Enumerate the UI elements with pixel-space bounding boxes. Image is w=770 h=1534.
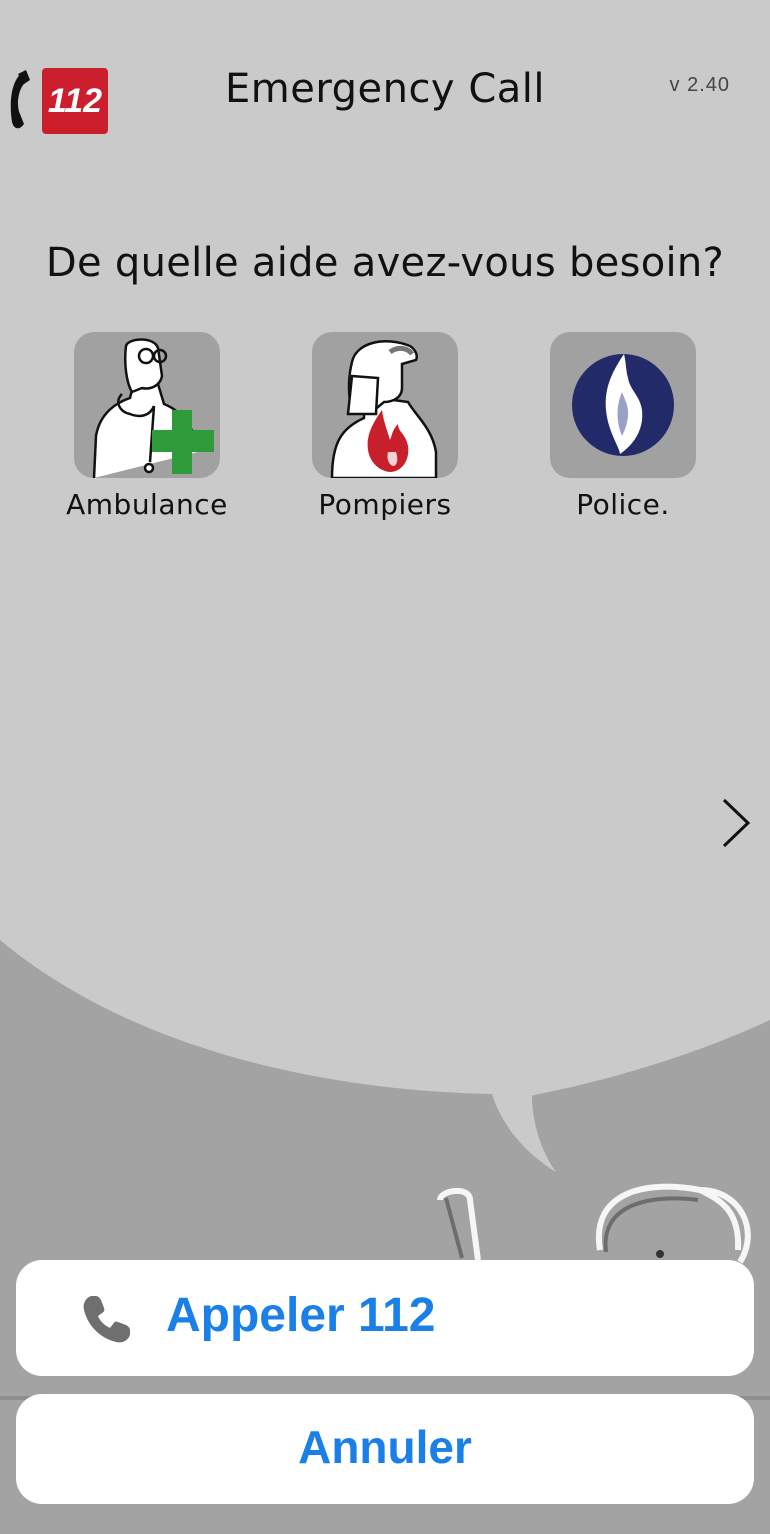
- service-label: Pompiers: [318, 488, 452, 521]
- phone-icon: [83, 1296, 130, 1343]
- service-label: Police.: [576, 488, 670, 521]
- app-title: Emergency Call: [225, 66, 545, 112]
- police-tile[interactable]: [550, 332, 696, 478]
- version-label: v 2.40: [669, 74, 730, 96]
- cancel-button[interactable]: Annuler: [16, 1394, 754, 1504]
- chevron-right-icon[interactable]: [718, 796, 754, 850]
- service-police[interactable]: Police.: [503, 332, 743, 521]
- help-question: De quelle aide avez-vous besoin?: [45, 240, 725, 286]
- pompiers-tile[interactable]: [312, 332, 458, 478]
- call-112-button[interactable]: Appeler 112: [16, 1260, 754, 1376]
- firefighter-icon: [330, 340, 438, 478]
- police-flame-icon: [572, 354, 674, 456]
- ambulance-tile[interactable]: [74, 332, 220, 478]
- call-button-label: Appeler 112: [166, 1289, 436, 1342]
- service-pompiers[interactable]: Pompiers: [265, 332, 505, 521]
- service-ambulance[interactable]: Ambulance: [27, 332, 267, 521]
- service-label: Ambulance: [66, 488, 228, 521]
- cancel-button-label: Annuler: [298, 1421, 472, 1473]
- doctor-icon: [92, 338, 214, 478]
- illustration-figure: [437, 1183, 751, 1264]
